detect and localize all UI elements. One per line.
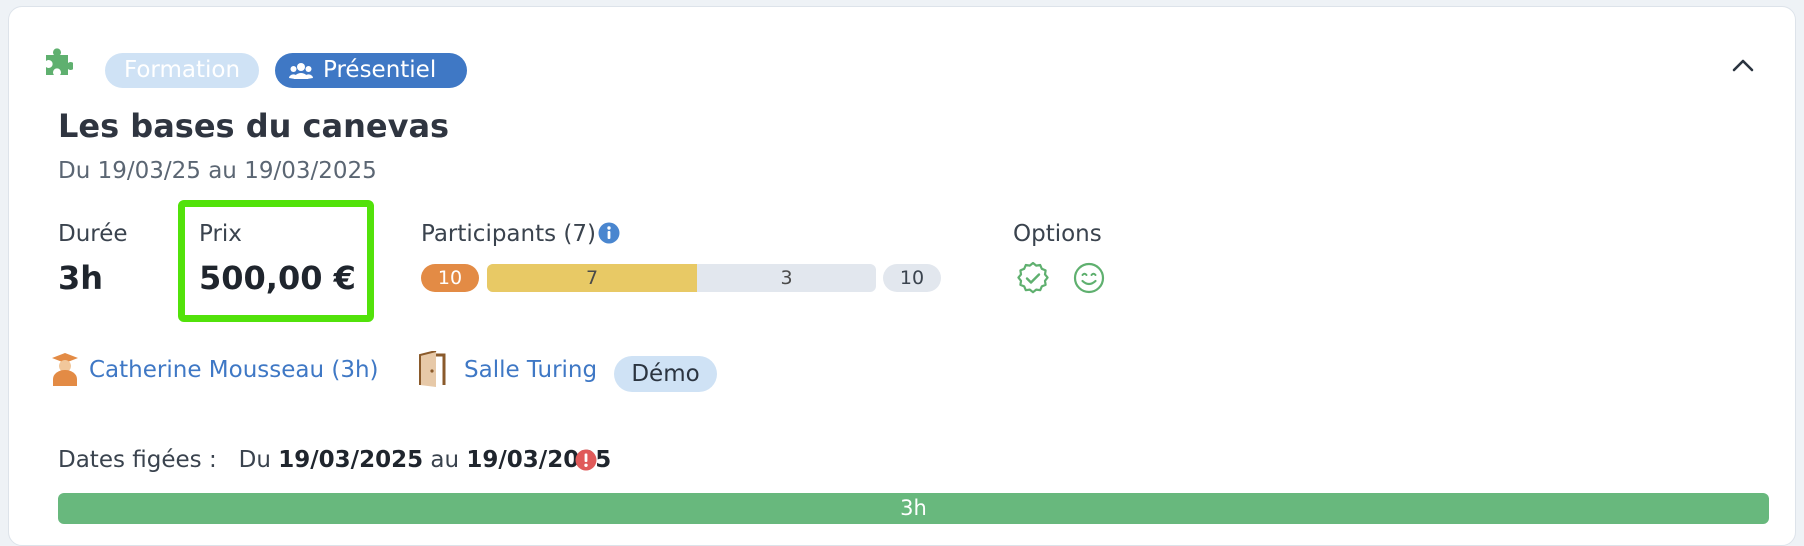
frozen-label: Dates figées :	[58, 447, 217, 473]
frozen-du: Du	[238, 447, 271, 473]
duration-value: 3h	[58, 259, 104, 297]
puzzle-icon	[43, 47, 75, 77]
check-circle-icon	[1016, 261, 1050, 295]
alert-icon[interactable]	[575, 449, 597, 471]
info-icon[interactable]	[598, 222, 620, 244]
options-label: Options	[1013, 221, 1102, 247]
users-icon	[289, 62, 313, 79]
session-card: Formation Présentiel Les bases du caneva…	[8, 6, 1796, 546]
door-icon	[416, 350, 450, 387]
duration-label: Durée	[58, 221, 128, 247]
price-label: Prix	[199, 221, 242, 247]
course-title: Les bases du canevas	[58, 107, 450, 145]
participants-bar-remaining: 3	[780, 267, 793, 289]
presentiel-tag: Présentiel	[275, 53, 467, 88]
participants-bar: 7 3	[487, 264, 876, 292]
trainer-icon	[50, 352, 80, 386]
presentiel-label: Présentiel	[323, 57, 437, 83]
min-participants-badge: 10	[421, 264, 479, 292]
frozen-au: au	[430, 447, 460, 473]
frozen-start: 19/03/2025	[278, 447, 424, 473]
trainer-link[interactable]: Catherine Mousseau (3h)	[89, 357, 379, 383]
price-value: 500,00 €	[199, 259, 356, 297]
smiley-icon	[1072, 261, 1106, 295]
course-dates: Du 19/03/25 au 19/03/2025	[58, 158, 377, 184]
max-participants-badge: 10	[883, 264, 941, 292]
chevron-up-icon[interactable]	[1731, 57, 1755, 73]
room-link[interactable]: Salle Turing	[464, 357, 597, 383]
frozen-dates: Dates figées : Du 19/03/2025 au 19/03/20…	[58, 447, 611, 473]
demo-badge: Démo	[614, 356, 717, 392]
participants-bar-fill: 7	[487, 264, 697, 292]
participants-label: Participants (7)	[421, 221, 596, 247]
timeline-bar: 3h	[58, 493, 1769, 524]
formation-tag: Formation	[105, 53, 259, 88]
